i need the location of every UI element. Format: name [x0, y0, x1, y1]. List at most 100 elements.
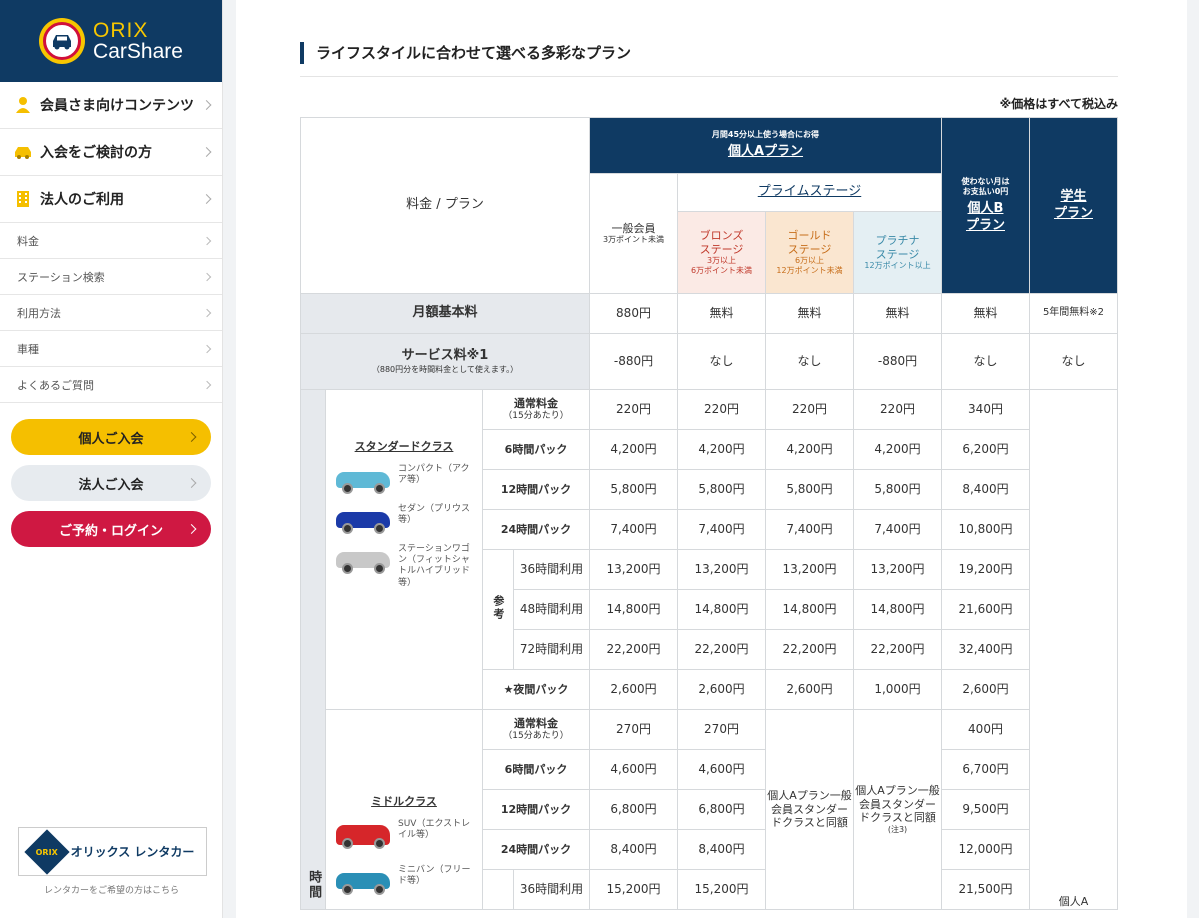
price-cell: なし: [941, 333, 1030, 390]
car-image: [334, 865, 392, 895]
row-label: 通常料金 （15分あたり）: [482, 709, 590, 750]
price-cell: 880円: [589, 293, 678, 334]
sidebar-sub-label: よくあるご質問: [17, 378, 94, 392]
chevron-right-icon: [202, 308, 212, 317]
sidebar-item-corporate[interactable]: 法人のご利用: [0, 176, 222, 223]
price-cell: 14,800円: [677, 589, 766, 630]
sidebar-item-faq[interactable]: よくあるご質問: [0, 367, 222, 403]
price-cell: 7,400円: [677, 509, 766, 550]
price-cell: 220円: [765, 389, 854, 430]
price-cell: 13,200円: [765, 549, 854, 590]
planB-name2: プラン: [965, 217, 1005, 233]
row-label: 通常料金 （15分あたり）: [482, 389, 590, 430]
gold-stage-header: ゴールド ステージ 6万以上 12万ポイント未満: [765, 211, 854, 294]
planB-tag1: 使わない月は: [961, 177, 1010, 187]
price-cell: 4,200円: [677, 429, 766, 470]
chevron-right-icon: [202, 380, 212, 389]
price-cell: 1,000円: [853, 669, 942, 710]
price-cell: 15,200円: [677, 869, 766, 910]
middle-class-cell: ミドルクラス SUV（エクストレイル等） ミニバン（フリード等）: [325, 709, 483, 910]
price-cell: 22,200円: [853, 629, 942, 670]
building-icon: [14, 190, 32, 208]
chevron-right-icon: [202, 272, 212, 281]
time-section-label: 時間: [300, 389, 326, 910]
chevron-right-icon: [202, 344, 212, 353]
price-cell: 無料: [765, 293, 854, 334]
price-cell: なし: [1029, 333, 1118, 390]
price-cell: 13,200円: [589, 549, 678, 590]
price-cell: 8,400円: [589, 829, 678, 870]
price-cell: 13,200円: [677, 549, 766, 590]
student-name2: プラン: [1053, 205, 1093, 221]
reference-label: [482, 869, 514, 910]
price-cell: 2,600円: [677, 669, 766, 710]
price-cell: 8,400円: [941, 469, 1030, 510]
price-cell: 270円: [677, 709, 766, 750]
prime-stage-label: プライムステージ: [757, 184, 862, 200]
sidebar-item-station-search[interactable]: ステーション検索: [0, 259, 222, 295]
sidebar-sub-label: 利用方法: [17, 306, 61, 320]
chevron-right-icon: [186, 478, 197, 488]
individual-join-button[interactable]: 個人ご入会: [11, 419, 211, 455]
sidebar-item-join[interactable]: 入会をご検討の方: [0, 129, 222, 176]
price-cell: 22,200円: [765, 629, 854, 670]
price-cell: 無料: [677, 293, 766, 334]
price-cell: 19,200円: [941, 549, 1030, 590]
sidebar-item-how-to-use[interactable]: 利用方法: [0, 295, 222, 331]
price-cell: 6,800円: [677, 789, 766, 830]
row-label: 12時間パック: [482, 789, 590, 830]
car-image: [334, 464, 392, 494]
corporate-join-button[interactable]: 法人ご入会: [11, 465, 211, 501]
price-cell: 5,800円: [677, 469, 766, 510]
price-cell: 2,600円: [589, 669, 678, 710]
row-label: 36時間利用: [513, 549, 590, 590]
planB-name1: 個人B: [967, 201, 1004, 217]
price-cell: 15,200円: [589, 869, 678, 910]
brand-logo[interactable]: ORIX CarShare: [0, 0, 222, 82]
sidebar-item-label: 法人のご利用: [40, 192, 124, 208]
planB-tag2: お支払い0円: [962, 187, 1009, 197]
row-label: 24時間パック: [482, 829, 590, 870]
price-cell: 4,200円: [765, 429, 854, 470]
reserve-login-button[interactable]: ご予約・ログイン: [11, 511, 211, 547]
chevron-right-icon: [186, 524, 197, 534]
middle-class-title[interactable]: ミドルクラス: [334, 795, 474, 809]
student-plan-header[interactable]: 学生 プラン: [1029, 117, 1118, 294]
platinum-middle-note: 個人Aプラン一般会員スタンダードクラスと同額 (注3): [853, 709, 942, 910]
student-name1: 学生: [1060, 189, 1087, 205]
price-cell: 2,600円: [765, 669, 854, 710]
sidebar-item-member[interactable]: 会員さま向けコンテンツ: [0, 82, 222, 129]
price-cell: 14,800円: [853, 589, 942, 630]
price-cell: 22,200円: [677, 629, 766, 670]
sidebar-item-car-types[interactable]: 車種: [0, 331, 222, 367]
planA-header[interactable]: 月間45分以上使う場合にお得 個人Aプラン: [589, 117, 942, 174]
standard-class-title[interactable]: スタンダードクラス: [334, 440, 474, 454]
price-cell: 22,200円: [589, 629, 678, 670]
sidebar-sub-label: ステーション検索: [17, 270, 105, 284]
price-cell: 6,800円: [589, 789, 678, 830]
plan-header-label: 料金 / プラン: [300, 117, 590, 294]
rental-car-banner[interactable]: ORIX オリックス レンタカー: [18, 827, 207, 876]
price-cell: 340円: [941, 389, 1030, 430]
sidebar-sub-label: 料金: [17, 234, 39, 248]
price-cell: 4,200円: [589, 429, 678, 470]
car-compact: コンパクト（アクア等）: [334, 464, 474, 494]
prime-stage-header[interactable]: プライムステージ: [677, 173, 942, 212]
button-label: ご予約・ログイン: [58, 523, 163, 539]
sidebar-item-price[interactable]: 料金: [0, 223, 222, 259]
reference-label: 参考: [482, 549, 514, 670]
divider: [300, 76, 1118, 77]
price-cell: 14,800円: [765, 589, 854, 630]
orix-rental-logo: ORIX: [23, 828, 70, 875]
price-cell: 21,500円: [941, 869, 1030, 910]
sidebar-sub-label: 車種: [17, 342, 39, 356]
service-fee-row: サービス料※1 （880円分を時間料金として使えます。） -880円 なし なし…: [300, 333, 1118, 390]
button-label: 個人ご入会: [78, 431, 144, 447]
row-label: ★夜間パック: [482, 669, 590, 710]
chevron-right-icon: [202, 236, 212, 245]
sidebar-item-label: 会員さま向けコンテンツ: [40, 98, 194, 114]
planB-header[interactable]: 使わない月は お支払い0円 個人B プラン: [941, 117, 1030, 294]
row-label: 72時間利用: [513, 629, 590, 670]
row-label: 6時間パック: [482, 429, 590, 470]
planA-tagline: 月間45分以上使う場合にお得: [711, 130, 820, 140]
